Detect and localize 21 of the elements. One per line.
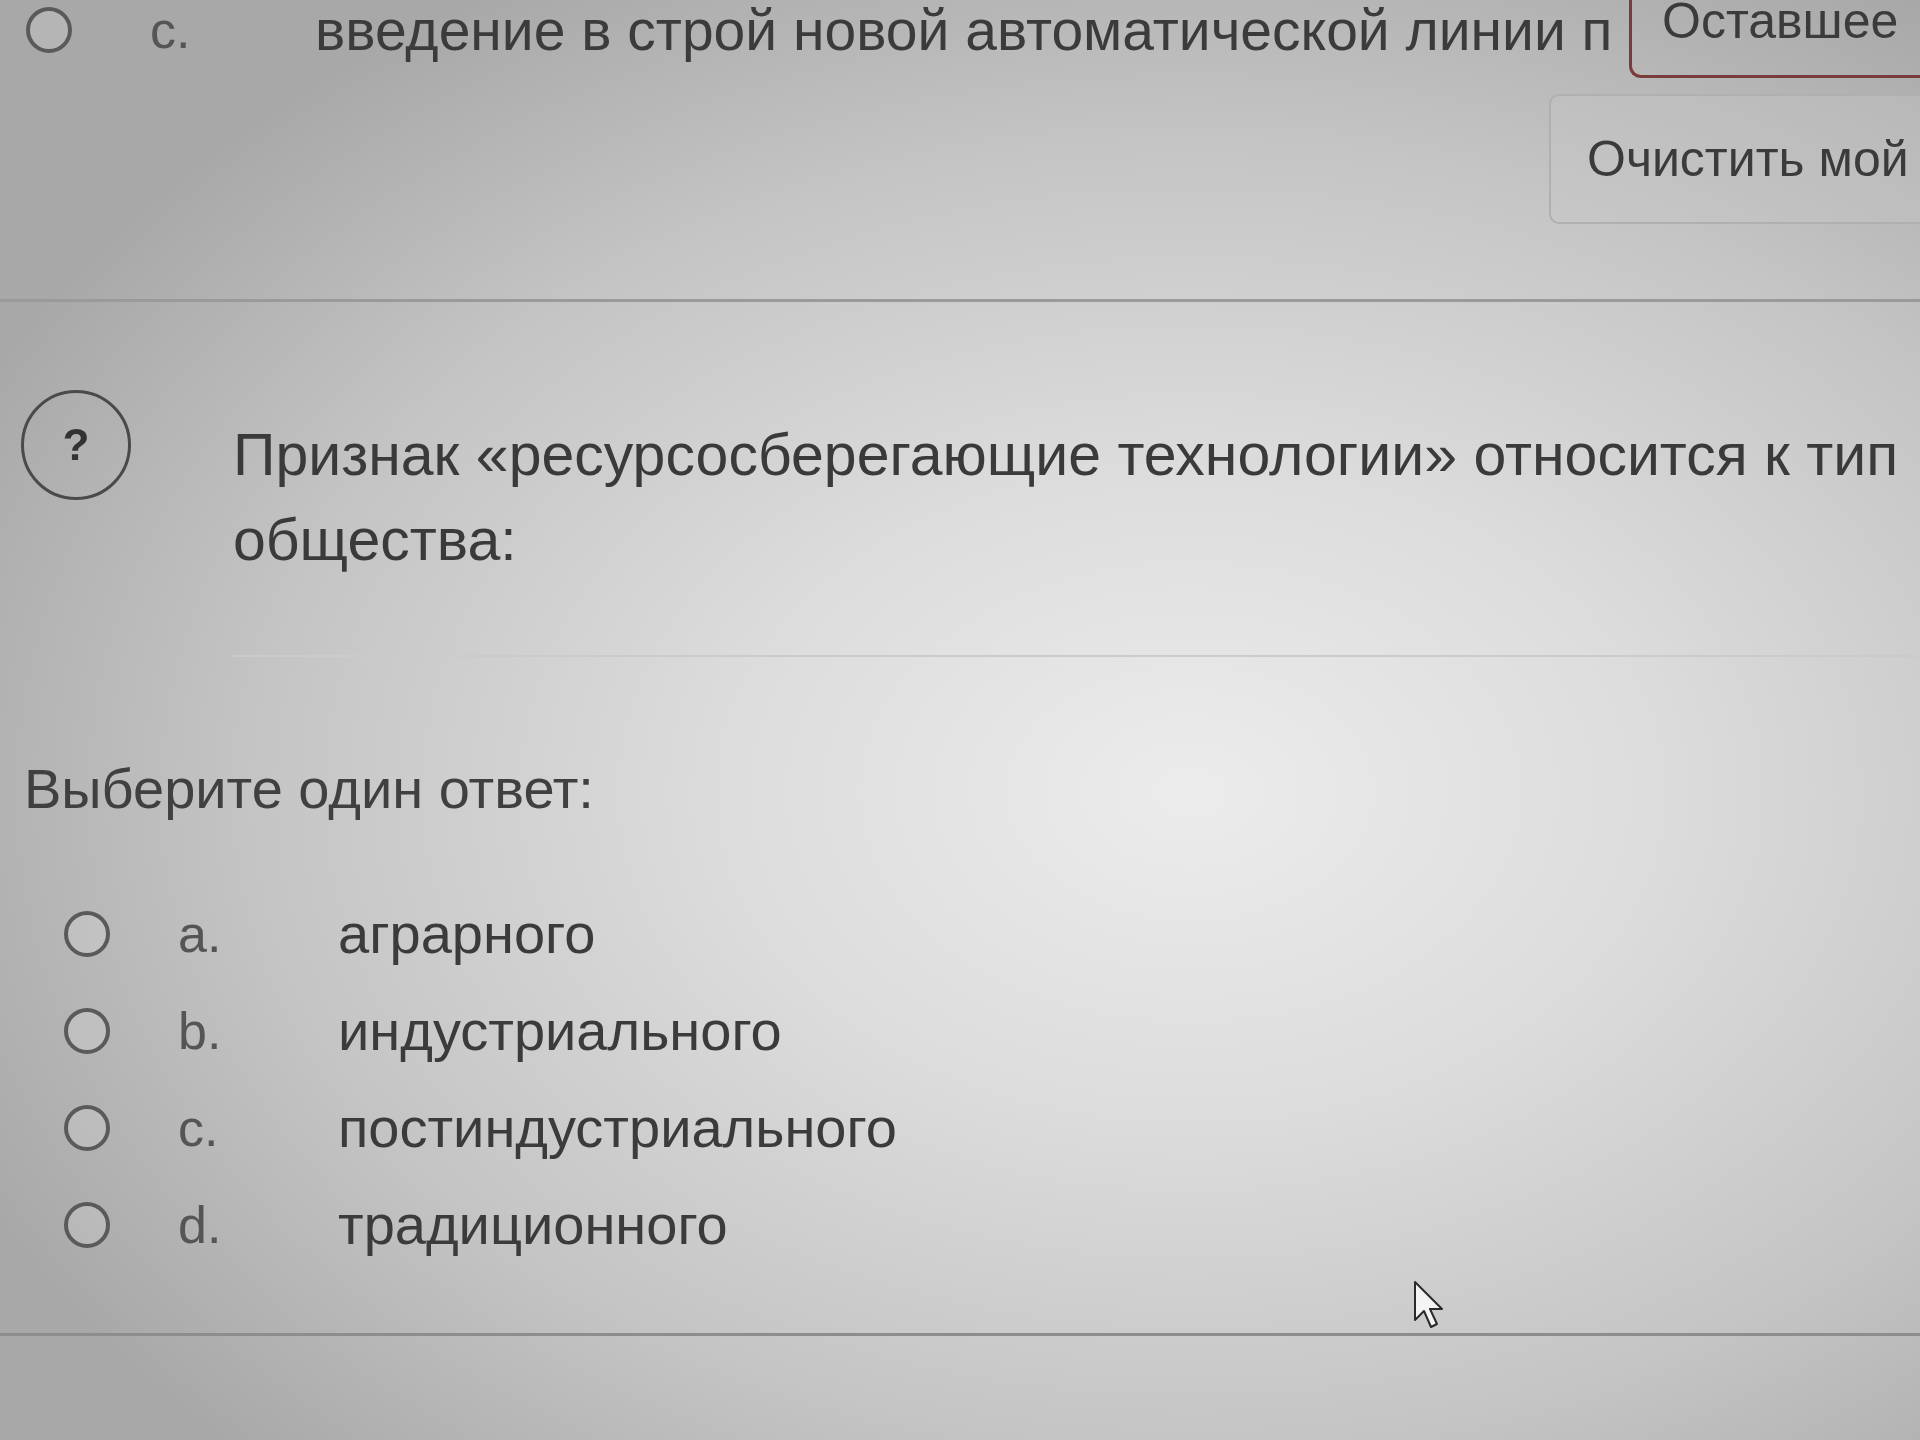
option-label[interactable]: постиндустриального — [338, 1095, 897, 1160]
option-letter: c. — [178, 1097, 220, 1158]
answer-prompt: Выберите один ответ: — [24, 757, 594, 821]
option-label[interactable]: традиционного — [338, 1192, 728, 1257]
radio-button[interactable] — [64, 910, 110, 957]
option-label[interactable]: индустриального — [338, 998, 782, 1063]
option-label[interactable]: аграрного — [338, 901, 596, 966]
clear-choice-button[interactable]: Очистить мой — [1549, 94, 1920, 224]
option-letter: a. — [178, 903, 223, 964]
question-mark-icon: ? — [21, 390, 131, 500]
option-letter: b. — [178, 1000, 223, 1061]
timer-label: Оставшее — [1629, 0, 1920, 78]
question-text: Признак «ресурсосберегающие технологии» относится к тип общества: — [233, 421, 1899, 575]
option-letter: c. — [150, 0, 192, 60]
radio-button[interactable] — [64, 1201, 110, 1248]
option-label[interactable]: введение в строй новой автоматической линии п — [315, 0, 1613, 63]
option-letter: d. — [178, 1194, 223, 1255]
radio-button[interactable] — [26, 7, 72, 53]
mouse-pointer-icon — [1413, 1280, 1445, 1330]
radio-button[interactable] — [64, 1104, 110, 1151]
radio-button[interactable] — [64, 1007, 110, 1054]
